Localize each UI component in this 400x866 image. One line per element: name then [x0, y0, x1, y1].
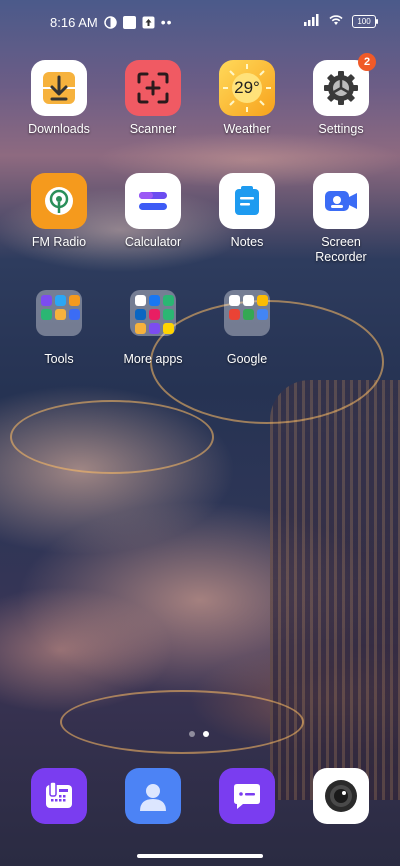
google-folder-icon: [224, 290, 270, 336]
camera-app[interactable]: [293, 768, 389, 824]
mail-icon: [55, 295, 66, 306]
fm-radio-label: FM Radio: [31, 235, 87, 249]
weather-app[interactable]: 29° Weather: [199, 60, 295, 137]
game-icon: [149, 309, 160, 320]
settings-icon: 2: [313, 53, 376, 116]
meet-icon: [257, 309, 268, 320]
google-folder[interactable]: Google: [199, 290, 295, 367]
scanner-icon: [125, 60, 181, 116]
more-apps-folder[interactable]: More apps: [105, 290, 201, 367]
messages-app[interactable]: [199, 768, 295, 824]
page-dot-active[interactable]: [203, 731, 209, 737]
clock: 8:16 AM: [50, 14, 98, 30]
smiley-icon: [163, 323, 174, 334]
downloads-label: Downloads: [28, 122, 90, 136]
upload-notification-icon: [142, 16, 155, 29]
tv-icon: [41, 295, 52, 306]
calculator-icon: [125, 173, 181, 229]
settings-label: Settings: [318, 122, 364, 136]
star-icon: [135, 323, 146, 334]
wallpaper-shore: [60, 690, 304, 754]
play-icon: [149, 323, 160, 334]
drive-icon: [243, 309, 254, 320]
wallpaper-shore: [10, 400, 214, 474]
screen-recorder-app[interactable]: Screen Recorder: [293, 173, 389, 265]
screen-recorder-label-line: Screen: [321, 235, 361, 249]
contacts-icon: [125, 768, 181, 824]
signal-icon: [304, 14, 320, 29]
tools-folder-icon: [36, 290, 82, 336]
contacts-app[interactable]: [105, 768, 201, 824]
wifi-icon: [328, 14, 344, 29]
settings-badge: 2: [358, 53, 376, 71]
weather-icon: 29°: [219, 60, 275, 116]
more-notifications-icon: ••: [160, 14, 173, 30]
phone-icon: [31, 768, 87, 824]
apps-icon: [163, 295, 174, 306]
fm-radio-icon: [31, 173, 87, 229]
scanner-app[interactable]: Scanner: [105, 60, 201, 137]
screen-recorder-icon: [313, 173, 369, 229]
linkedin-icon: [135, 309, 146, 320]
pen-icon: [69, 295, 80, 306]
fm-radio-app[interactable]: FM Radio: [11, 173, 107, 250]
youtube-icon: [229, 309, 240, 320]
battery-icon: 100: [352, 15, 378, 28]
settings-app[interactable]: 2 Settings: [293, 53, 389, 137]
weather-temperature: 29°: [234, 78, 260, 97]
vpn-icon: [103, 15, 117, 29]
google-icon: [229, 295, 240, 306]
maps-icon: [257, 295, 268, 306]
calculator-app[interactable]: Calculator: [105, 173, 201, 250]
page-indicator: [189, 731, 209, 737]
messages-icon: [219, 768, 275, 824]
file-icon: [55, 309, 66, 320]
notes-app[interactable]: Notes: [199, 173, 295, 250]
headphones-icon: [41, 309, 52, 320]
google-label: Google: [226, 352, 268, 366]
downloads-icon: [31, 60, 87, 116]
more-apps-folder-icon: [130, 290, 176, 336]
notes-label: Notes: [230, 235, 264, 249]
gmail-icon: [243, 295, 254, 306]
calculator-label: Calculator: [124, 235, 182, 249]
screen-recorder-label: Screen Recorder: [293, 235, 389, 265]
page-dot[interactable]: [189, 731, 195, 737]
phone-app[interactable]: [11, 768, 107, 824]
downloads-app[interactable]: Downloads: [11, 60, 107, 137]
tools-folder[interactable]: Tools: [11, 290, 107, 367]
screen-recorder-label-line: Recorder: [315, 250, 367, 264]
amazon-icon: [135, 295, 146, 306]
notes-icon: [219, 173, 275, 229]
tools-label: Tools: [44, 352, 74, 366]
camera-icon: [313, 768, 369, 824]
grid-icon: [163, 309, 174, 320]
facebook-icon: [149, 295, 160, 306]
scanner-label: Scanner: [129, 122, 177, 136]
weather-label: Weather: [223, 122, 271, 136]
status-bar: 8:16 AM •• 100: [0, 0, 400, 44]
share-icon: [69, 309, 80, 320]
more-apps-label: More apps: [123, 352, 183, 366]
home-indicator[interactable]: [137, 854, 263, 858]
notification-square-icon: [122, 15, 136, 29]
